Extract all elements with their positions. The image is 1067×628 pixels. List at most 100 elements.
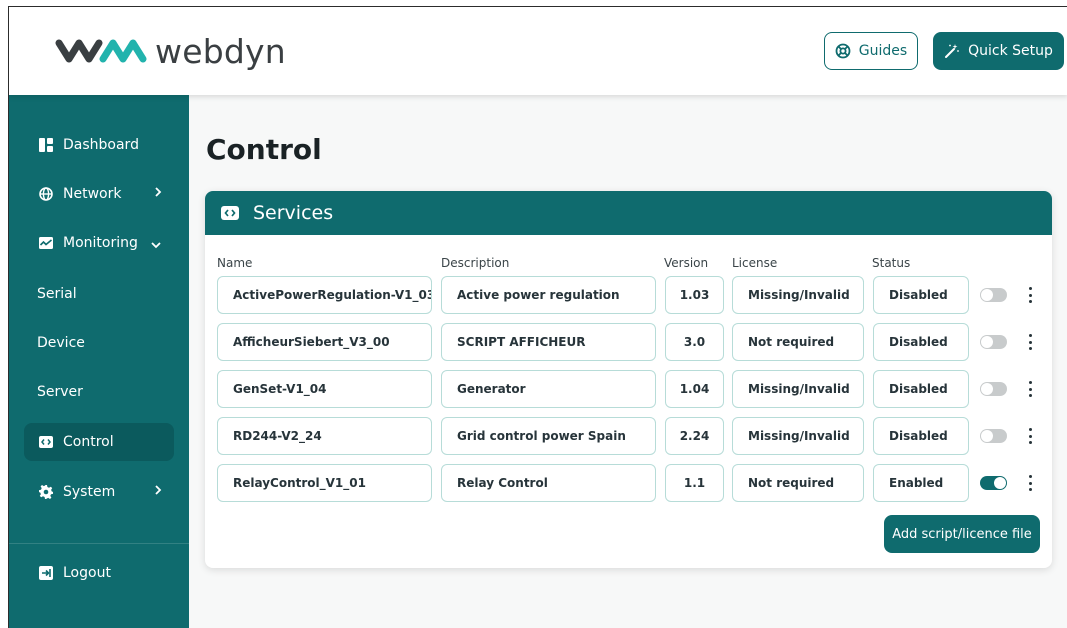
service-name-field[interactable]: RD244-V2_24: [217, 417, 432, 455]
service-description-field[interactable]: Relay Control: [441, 464, 656, 502]
sidebar-item-label: Control: [63, 434, 114, 450]
page-title: Control: [206, 133, 322, 166]
sidebar-item-device[interactable]: Device: [24, 324, 174, 362]
dashboard-icon: [39, 138, 53, 152]
sidebar-item-label: Device: [37, 335, 85, 351]
service-description-field[interactable]: SCRIPT AFFICHEUR: [441, 323, 656, 361]
row-actions-kebab-icon[interactable]: [1027, 428, 1033, 444]
service-license-field[interactable]: Missing/Invalid: [732, 276, 864, 314]
service-name-field[interactable]: AfficheurSiebert_V3_00: [217, 323, 432, 361]
top-header: webdyn Guides Quick Setup: [9, 7, 1067, 95]
quick-setup-label: Quick Setup: [968, 43, 1053, 59]
chevron-right-icon: [154, 186, 162, 202]
row-actions-kebab-icon[interactable]: [1027, 287, 1033, 303]
webdyn-waves-logo-icon: [55, 39, 147, 63]
lifebuoy-icon: [835, 43, 851, 59]
column-header-name: Name: [217, 256, 253, 270]
kebab-dot: [1028, 394, 1032, 397]
sidebar-item-control[interactable]: Control: [24, 423, 174, 461]
row-actions-kebab-icon[interactable]: [1027, 334, 1033, 350]
kebab-dot: [1028, 387, 1032, 391]
toggle-knob: [981, 289, 993, 301]
chevron-right-icon: [154, 484, 162, 500]
kebab-dot: [1028, 441, 1032, 444]
app-window: webdyn Guides Quick Setup Dashboard Netw…: [8, 6, 1067, 628]
quick-setup-button[interactable]: Quick Setup: [933, 32, 1064, 70]
toggle-knob: [981, 336, 993, 348]
sidebar-item-label: Dashboard: [63, 137, 139, 153]
toggle-knob: [981, 430, 993, 442]
kebab-dot: [1028, 340, 1032, 344]
code-icon: [39, 435, 53, 449]
guides-label: Guides: [858, 43, 908, 59]
service-description-field[interactable]: Grid control power Spain: [441, 417, 656, 455]
sidebar-item-label: Server: [37, 384, 83, 400]
service-license-field[interactable]: Not required: [732, 464, 864, 502]
kebab-dot: [1028, 428, 1032, 431]
sidebar-item-dashboard[interactable]: Dashboard: [24, 126, 174, 164]
sidebar-item-monitoring[interactable]: Monitoring: [24, 224, 174, 262]
sidebar-item-label: Serial: [37, 286, 77, 302]
toggle-knob: [981, 383, 993, 395]
logout-icon: [39, 566, 53, 580]
logout-button[interactable]: Logout: [24, 554, 174, 592]
service-version-field[interactable]: 3.0: [665, 323, 724, 361]
service-name-field[interactable]: ActivePowerRegulation-V1_03: [217, 276, 432, 314]
kebab-dot: [1028, 300, 1032, 303]
sidebar: Dashboard Network Monitoring Serial Devi…: [9, 95, 189, 628]
sidebar-divider: [9, 543, 189, 544]
service-version-field[interactable]: 2.24: [665, 417, 724, 455]
service-name-field[interactable]: GenSet-V1_04: [217, 370, 432, 408]
service-license-field[interactable]: Missing/Invalid: [732, 370, 864, 408]
kebab-dot: [1028, 475, 1032, 478]
kebab-dot: [1028, 481, 1032, 485]
globe-icon: [39, 187, 53, 201]
service-enable-toggle[interactable]: [980, 288, 1007, 302]
row-actions-kebab-icon[interactable]: [1027, 381, 1033, 397]
service-version-field[interactable]: 1.04: [665, 370, 724, 408]
sidebar-item-server[interactable]: Server: [24, 373, 174, 411]
service-version-field[interactable]: 1.03: [665, 276, 724, 314]
kebab-dot: [1028, 381, 1032, 384]
kebab-dot: [1028, 488, 1032, 491]
code-icon: [221, 204, 239, 222]
service-name-field[interactable]: RelayControl_V1_01: [217, 464, 432, 502]
service-enable-toggle[interactable]: [980, 382, 1007, 396]
brand-logo[interactable]: webdyn: [55, 29, 286, 73]
column-header-status: Status: [872, 256, 911, 270]
toggle-knob: [994, 477, 1006, 489]
services-title: Services: [253, 202, 334, 224]
service-status-field[interactable]: Enabled: [873, 464, 969, 502]
services-card-header: Services: [205, 191, 1052, 235]
sidebar-item-label: Network: [63, 186, 122, 202]
service-description-field[interactable]: Generator: [441, 370, 656, 408]
sidebar-item-serial[interactable]: Serial: [24, 275, 174, 313]
sidebar-item-system[interactable]: System: [24, 473, 174, 511]
magic-wand-icon: [945, 44, 959, 58]
row-actions-kebab-icon[interactable]: [1027, 475, 1033, 491]
service-license-field[interactable]: Missing/Invalid: [732, 417, 864, 455]
service-description-field[interactable]: Active power regulation: [441, 276, 656, 314]
add-script-licence-button[interactable]: Add script/licence file: [884, 515, 1040, 553]
service-license-field[interactable]: Not required: [732, 323, 864, 361]
service-status-field[interactable]: Disabled: [873, 276, 969, 314]
kebab-dot: [1028, 293, 1032, 297]
service-enable-toggle[interactable]: [980, 476, 1007, 490]
kebab-dot: [1028, 347, 1032, 350]
service-status-field[interactable]: Disabled: [873, 417, 969, 455]
service-status-field[interactable]: Disabled: [873, 323, 969, 361]
sidebar-item-label: System: [63, 484, 116, 500]
chevron-down-icon: [150, 237, 162, 253]
gear-icon: [39, 485, 53, 499]
service-version-field[interactable]: 1.1: [665, 464, 724, 502]
kebab-dot: [1028, 334, 1032, 337]
guides-button[interactable]: Guides: [824, 32, 918, 70]
main-content: Control Services Name Description Versio…: [189, 95, 1067, 628]
service-enable-toggle[interactable]: [980, 429, 1007, 443]
monitoring-icon: [39, 236, 53, 250]
sidebar-item-network[interactable]: Network: [24, 175, 174, 213]
kebab-dot: [1028, 287, 1032, 290]
sidebar-item-label: Monitoring: [63, 235, 138, 251]
service-enable-toggle[interactable]: [980, 335, 1007, 349]
service-status-field[interactable]: Disabled: [873, 370, 969, 408]
